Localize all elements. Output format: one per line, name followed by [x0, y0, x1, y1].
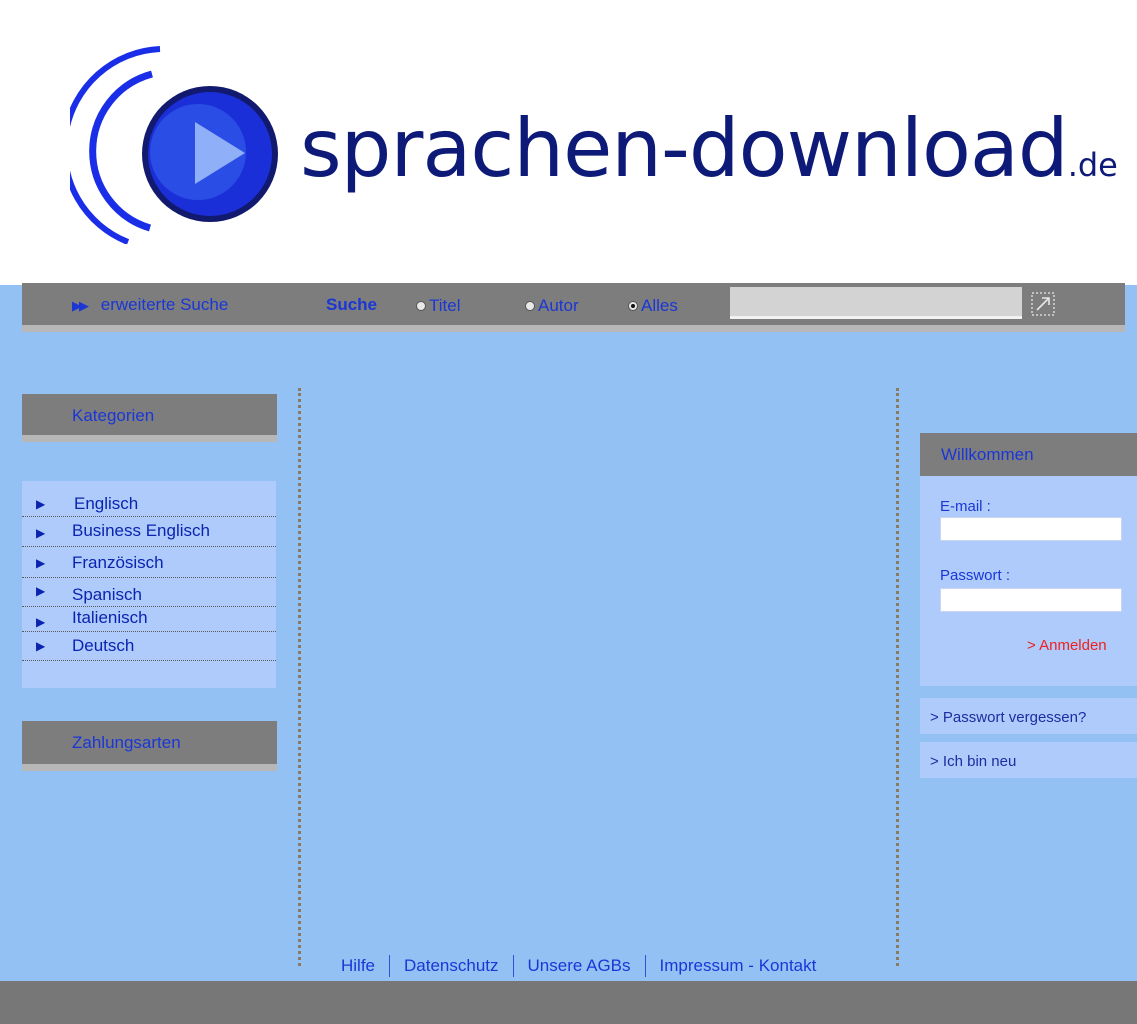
footer-link-impressum[interactable]: Impressum - Kontakt — [646, 955, 831, 977]
category-label: Französisch — [72, 553, 164, 572]
radio-label-autor: Autor — [538, 296, 579, 315]
search-submit-icon[interactable] — [1030, 291, 1056, 317]
search-label: Suche — [326, 295, 378, 314]
triangle-right-icon: ▶ — [36, 497, 46, 511]
footer-links: Hilfe Datenschutz Unsere AGBs Impressum … — [333, 955, 830, 977]
search-option-titel[interactable]: Titel — [416, 296, 461, 316]
payment-header: Zahlungsarten — [22, 721, 277, 771]
category-label: Deutsch — [72, 636, 135, 655]
double-arrow-icon: ▶▶ — [72, 298, 89, 313]
categories-title: Kategorien — [72, 406, 155, 425]
login-title: Willkommen — [941, 445, 1034, 464]
forgot-password-link[interactable]: > Passwort vergessen? — [920, 698, 1137, 734]
triangle-right-icon: ▶ — [36, 639, 46, 653]
categories-header: Kategorien — [22, 394, 277, 442]
logo-text: sprachen-download.de — [300, 102, 1118, 195]
email-label: E-mail : — [940, 498, 991, 515]
logo-tld: .de — [1067, 146, 1118, 184]
search-option-alles[interactable]: Alles — [628, 296, 678, 316]
category-list: ▶ Englisch ▶ Business Englisch ▶ Französ… — [22, 481, 276, 688]
footer-link-agb[interactable]: Unsere AGBs — [514, 955, 646, 977]
category-item-spanisch[interactable]: ▶ Spanisch — [22, 579, 276, 607]
password-label: Passwort : — [940, 567, 1011, 584]
register-link[interactable]: > Ich bin neu — [920, 742, 1137, 778]
radio-label-titel: Titel — [429, 296, 461, 315]
triangle-right-icon: ▶ — [36, 556, 46, 570]
password-field[interactable] — [940, 588, 1122, 612]
category-item-deutsch[interactable]: ▶ Deutsch — [22, 633, 276, 661]
category-label: Business Englisch — [72, 521, 210, 540]
payment-title: Zahlungsarten — [72, 733, 181, 752]
right-column-divider — [896, 388, 899, 966]
category-item-business-englisch[interactable]: ▶ Business Englisch — [22, 518, 276, 547]
email-field[interactable] — [940, 517, 1122, 541]
radio-titel[interactable] — [416, 301, 426, 311]
category-label: Englisch — [74, 494, 139, 513]
category-item-italienisch[interactable]: ▶ Italienisch — [22, 608, 276, 632]
radio-autor[interactable] — [525, 301, 535, 311]
category-label: Spanisch — [72, 585, 142, 604]
advanced-search-label: erweiterte Suche — [100, 295, 229, 314]
advanced-search-link[interactable]: ▶▶ erweiterte Suche — [72, 295, 228, 315]
header: sprachen-download.de — [0, 0, 1137, 285]
search-bar: ▶▶ erweiterte Suche Suche Titel Autor Al… — [22, 283, 1125, 332]
category-item-franzoesisch[interactable]: ▶ Französisch — [22, 548, 276, 578]
triangle-right-icon: ▶ — [36, 526, 46, 540]
left-column-divider — [298, 388, 301, 966]
footer-bar — [0, 981, 1137, 1024]
radio-alles[interactable] — [628, 301, 638, 311]
login-form: E-mail : Passwort : > Anmelden — [920, 476, 1137, 686]
play-logo-icon — [70, 46, 278, 244]
radio-label-alles: Alles — [641, 296, 678, 315]
triangle-right-icon: ▶ — [36, 615, 46, 629]
login-button[interactable]: > Anmelden — [1027, 637, 1107, 654]
site-logo[interactable]: sprachen-download.de — [70, 44, 1118, 244]
category-item-englisch[interactable]: ▶ Englisch — [22, 491, 276, 517]
footer-link-datenschutz[interactable]: Datenschutz — [390, 955, 514, 977]
logo-name: sprachen-download — [300, 102, 1069, 195]
triangle-right-icon: ▶ — [36, 584, 46, 598]
search-option-autor[interactable]: Autor — [525, 296, 579, 316]
category-label: Italienisch — [72, 608, 148, 627]
search-input[interactable] — [730, 287, 1022, 319]
footer-link-hilfe[interactable]: Hilfe — [333, 955, 391, 977]
